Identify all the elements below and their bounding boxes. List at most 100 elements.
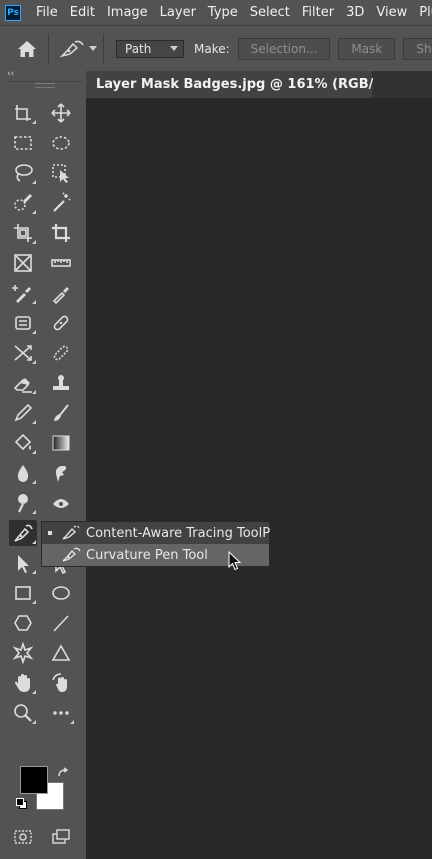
menu-image[interactable]: Image	[101, 5, 154, 20]
options-separator	[48, 33, 49, 64]
object-selection-icon	[52, 164, 69, 183]
move-icon	[51, 103, 71, 123]
path-selection-icon	[18, 555, 29, 573]
smudge-icon	[55, 466, 67, 482]
frame-tool[interactable]	[9, 250, 37, 276]
quick-mask-icon	[14, 830, 32, 844]
eyedropper-tool[interactable]	[47, 280, 75, 306]
menu-filter[interactable]: Filter	[296, 5, 340, 20]
pencil-tool[interactable]	[9, 400, 37, 426]
flyout-indicator-icon	[32, 360, 36, 364]
menu-layer[interactable]: Layer	[154, 5, 202, 20]
more-tools[interactable]	[47, 700, 75, 726]
lasso-tool[interactable]	[9, 160, 37, 186]
triangle-tool[interactable]	[47, 640, 75, 666]
move-tool[interactable]	[47, 100, 75, 126]
color-sampler-tool[interactable]	[9, 280, 37, 306]
clone-stamp-tool[interactable]	[47, 370, 75, 396]
crop-tool[interactable]	[47, 220, 75, 246]
rectangular-marquee-tool[interactable]	[9, 130, 37, 156]
zoom-tool[interactable]	[9, 700, 37, 726]
foreground-color-swatch[interactable]	[20, 766, 48, 794]
crop-icon	[52, 224, 70, 242]
default-colors-icon[interactable]	[16, 798, 27, 809]
make-selection-button[interactable]: Selection...	[237, 37, 331, 60]
menu-view[interactable]: View	[370, 5, 413, 20]
quick-selection-icon	[14, 193, 33, 211]
make-shape-button[interactable]: Shape	[403, 37, 432, 60]
flyout-indicator-icon	[32, 300, 36, 304]
polygon-tool[interactable]	[9, 610, 37, 636]
document-canvas[interactable]	[86, 98, 432, 859]
brush-icon	[54, 404, 69, 421]
screen-mode-icon	[52, 829, 70, 844]
document-tab[interactable]: Layer Mask Badges.jpg @ 161% (RGB/8#) ×	[86, 71, 419, 98]
custom-shape-tool[interactable]	[9, 640, 37, 666]
more-tools-icon	[53, 711, 69, 715]
collapse-icon[interactable]: ‹‹	[7, 69, 14, 79]
color-sampler-icon	[12, 285, 31, 303]
path-selection-tool[interactable]	[9, 550, 37, 576]
blur-tool[interactable]	[9, 460, 37, 486]
menu-type[interactable]: Type	[202, 5, 244, 20]
healing-brush-icon	[53, 315, 69, 331]
hand-tool[interactable]	[9, 670, 37, 696]
gradient-icon	[52, 435, 70, 451]
swap-colors-icon[interactable]	[57, 764, 69, 777]
flyout-indicator-icon	[32, 570, 36, 574]
rotate-view-tool[interactable]	[47, 670, 75, 696]
patch-tool[interactable]	[47, 340, 75, 366]
elliptical-marquee-tool[interactable]	[47, 130, 75, 156]
object-selection-tool[interactable]	[47, 160, 75, 186]
artboard-tool[interactable]	[9, 100, 37, 126]
burn-tool[interactable]	[47, 490, 75, 516]
artboard-icon	[15, 105, 31, 121]
smudge-tool[interactable]	[47, 460, 75, 486]
home-button[interactable]	[12, 34, 42, 64]
elliptical-marquee-icon	[52, 136, 70, 150]
magic-wand-tool[interactable]	[47, 190, 75, 216]
color-swatches	[14, 762, 74, 818]
pick-tool-mode-select[interactable]: Path	[116, 39, 184, 58]
menu-plugins[interactable]: Plugins	[413, 5, 432, 20]
ruler-tool[interactable]	[47, 250, 75, 276]
flyout-indicator-icon	[32, 600, 36, 604]
brush-tool[interactable]	[47, 400, 75, 426]
rectangle-tool[interactable]	[9, 580, 37, 606]
menu-file[interactable]: File	[30, 5, 64, 20]
clone-stamp-icon	[53, 375, 69, 390]
gradient-tool[interactable]	[47, 430, 75, 456]
curvature-pen-tool[interactable]	[9, 520, 37, 546]
triangle-icon	[51, 644, 71, 661]
tools-panel-header[interactable]: ‹‹	[7, 69, 83, 82]
ellipse-icon	[52, 586, 70, 600]
line-tool[interactable]	[47, 610, 75, 636]
menu-select[interactable]: Select	[244, 5, 296, 20]
content-aware-move-tool[interactable]	[9, 340, 37, 366]
healing-brush-tool[interactable]	[47, 310, 75, 336]
menu-edit[interactable]: Edit	[64, 5, 101, 20]
perspective-crop-tool[interactable]	[9, 220, 37, 246]
quick-selection-tool[interactable]	[9, 190, 37, 216]
menu-3d[interactable]: 3D	[340, 5, 370, 20]
ellipse-tool[interactable]	[47, 580, 75, 606]
rotate-view-icon	[52, 673, 67, 692]
lasso-icon	[15, 164, 33, 182]
dodge-tool[interactable]	[9, 490, 37, 516]
eyedropper-icon	[52, 287, 69, 304]
custom-shape-icon	[12, 642, 34, 664]
quick-mask-button[interactable]	[9, 824, 37, 850]
perspective-crop-icon	[14, 224, 32, 242]
panel-grip[interactable]	[35, 83, 55, 88]
flyout-item-content-aware-tracing[interactable]: Content-Aware Tracing Tool P	[42, 522, 270, 544]
photoshop-logo[interactable]: Ps	[5, 4, 21, 21]
tool-preset-picker[interactable]	[59, 39, 97, 59]
make-mask-button[interactable]: Mask	[338, 37, 396, 60]
paint-bucket-tool[interactable]	[9, 430, 37, 456]
eraser-tool[interactable]	[9, 370, 37, 396]
options-bar: Path Make: Selection... Mask Shape	[0, 25, 432, 71]
spot-healing-brush-tool[interactable]	[9, 310, 37, 336]
options-separator	[103, 33, 104, 64]
screen-mode-button[interactable]	[47, 824, 75, 850]
eraser-icon	[13, 378, 32, 393]
